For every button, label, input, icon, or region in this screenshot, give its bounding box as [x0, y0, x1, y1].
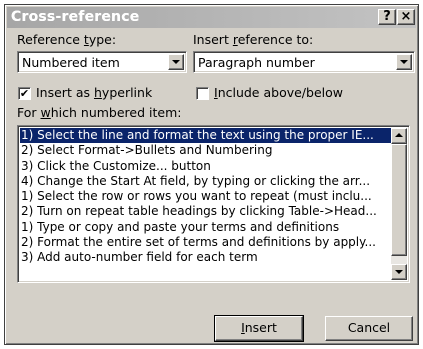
- close-button[interactable]: ×: [397, 9, 415, 25]
- title-bar[interactable]: Cross-reference ? ×: [7, 7, 416, 28]
- list-items: 1) Select the line and format the text u…: [20, 128, 391, 280]
- chevron-down-icon: [172, 60, 180, 64]
- list-item[interactable]: 2) Format the entire set of terms and de…: [20, 235, 391, 250]
- scroll-up-button[interactable]: [391, 128, 407, 144]
- list-item[interactable]: 3) Click the Customize... button: [20, 159, 391, 174]
- reference-type-dropdown-button[interactable]: [168, 54, 184, 70]
- insert-as-hyperlink-checkbox[interactable]: ✔: [18, 87, 31, 100]
- insert-reference-to-value: Paragraph number: [198, 55, 315, 70]
- include-above-below-checkbox[interactable]: [196, 87, 209, 100]
- chevron-down-icon: [400, 60, 408, 64]
- chevron-down-icon: [395, 270, 403, 274]
- list-item[interactable]: 2) Select Format->Bullets and Numbering: [20, 143, 391, 158]
- checkmark-icon: ✔: [19, 87, 30, 100]
- list-item[interactable]: 1) Select the row or rows you want to re…: [20, 189, 391, 204]
- scrollbar-thumb[interactable]: [391, 144, 407, 256]
- include-above-below-label[interactable]: Include above/below: [214, 85, 343, 100]
- numbered-item-listbox[interactable]: 1) Select the line and format the text u…: [17, 125, 410, 283]
- insert-reference-to-dropdown[interactable]: Paragraph number: [193, 51, 415, 73]
- cancel-button[interactable]: Cancel: [325, 316, 413, 341]
- insert-reference-to-label: Insert reference to:: [193, 32, 314, 47]
- list-item[interactable]: 1) Select the line and format the text u…: [20, 128, 391, 144]
- chevron-up-icon: [395, 133, 403, 137]
- list-item[interactable]: 1) Type or copy and paste your terms and…: [20, 220, 391, 235]
- insert-button[interactable]: Insert: [214, 315, 304, 342]
- list-item[interactable]: 3) Add auto-number field for each term: [20, 250, 391, 265]
- reference-type-dropdown[interactable]: Numbered item: [17, 51, 187, 73]
- list-item[interactable]: 4) Change the Start At field, by typing …: [20, 174, 391, 189]
- reference-type-value: Numbered item: [22, 55, 120, 70]
- list-item[interactable]: 2) Turn on repeat table headings by clic…: [20, 204, 391, 219]
- reference-type-label: Reference type:: [17, 32, 117, 47]
- scroll-down-button[interactable]: [391, 264, 407, 280]
- help-button[interactable]: ?: [378, 9, 396, 25]
- insert-reference-to-dropdown-button[interactable]: [396, 54, 412, 70]
- dialog-title: Cross-reference: [11, 9, 140, 25]
- insert-as-hyperlink-label[interactable]: Insert as hyperlink: [36, 85, 152, 100]
- numbered-item-list-label: For which numbered item:: [17, 105, 182, 120]
- vertical-scrollbar[interactable]: [391, 128, 407, 280]
- cross-reference-dialog: Cross-reference ? × Reference type: Numb…: [4, 4, 419, 345]
